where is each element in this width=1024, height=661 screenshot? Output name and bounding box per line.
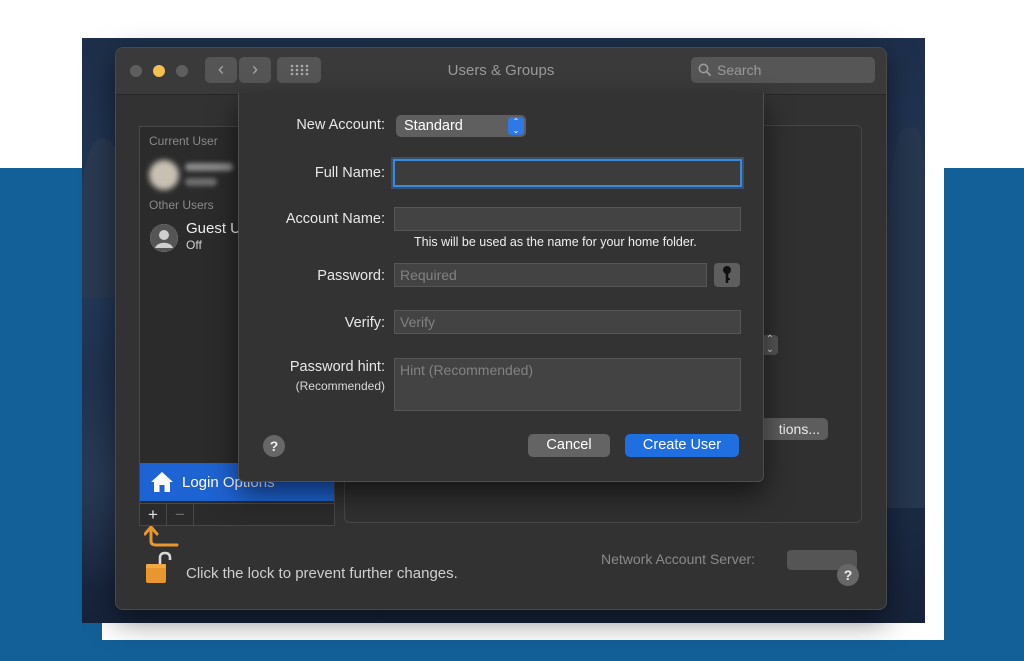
unlocked-lock-icon[interactable] — [144, 551, 174, 585]
current-user-name-blurred — [185, 163, 233, 171]
account-name-label: Account Name: — [285, 211, 385, 227]
lock-status-text: Click the lock to prevent further change… — [186, 565, 458, 582]
password-field[interactable]: Required — [394, 263, 707, 287]
cancel-button[interactable]: Cancel — [528, 434, 610, 457]
password-hint-label: Password hint: — [289, 359, 385, 375]
verify-field[interactable]: Verify — [394, 310, 741, 334]
new-account-sheet: New Account: Standard ⌃ ⌄ Full Name: Acco… — [238, 93, 764, 482]
options-button[interactable]: tions... — [756, 418, 828, 440]
panel-popup-stepper[interactable]: ⌃ ⌄ — [762, 335, 778, 355]
password-hint-sublabel: (Recommended) — [295, 379, 385, 393]
password-hint-field[interactable]: Hint (Recommended) — [394, 358, 741, 411]
password-label: Password: — [317, 268, 385, 284]
current-user-avatar[interactable] — [149, 160, 179, 190]
current-user-role-blurred — [185, 178, 217, 186]
close-window-button[interactable] — [130, 65, 142, 77]
minimize-window-button[interactable] — [153, 65, 165, 77]
house-icon — [151, 472, 173, 492]
current-user-header: Current User — [149, 134, 218, 148]
zoom-window-button[interactable] — [176, 65, 188, 77]
verify-placeholder: Verify — [400, 314, 436, 330]
password-placeholder: Required — [400, 267, 457, 283]
create-user-button[interactable]: Create User — [625, 434, 739, 457]
help-button[interactable]: ? — [837, 564, 859, 586]
full-name-field[interactable] — [393, 159, 742, 187]
sheet-help-button[interactable]: ? — [263, 435, 285, 457]
back-button[interactable]: ‹ — [205, 57, 237, 83]
add-user-button[interactable]: + — [140, 504, 167, 526]
forward-button[interactable]: › — [239, 57, 271, 83]
guest-user-name[interactable]: Guest U — [186, 220, 241, 237]
password-hint-placeholder: Hint (Recommended) — [400, 362, 534, 378]
account-name-field[interactable] — [394, 207, 741, 231]
account-name-note: This will be used as the name for your h… — [414, 235, 697, 249]
wallpaper-island-right — [885, 128, 925, 508]
account-type-popup[interactable]: Standard ⌃ ⌄ — [396, 115, 526, 137]
guest-user-status: Off — [186, 238, 202, 252]
account-type-value: Standard — [404, 118, 463, 134]
other-users-header: Other Users — [149, 198, 214, 212]
remove-user-button[interactable]: − — [167, 504, 194, 526]
guest-user-avatar[interactable] — [150, 224, 178, 252]
show-all-grid-button[interactable] — [277, 57, 321, 83]
full-name-label: Full Name: — [314, 165, 385, 181]
add-remove-bar: + − — [140, 503, 334, 526]
search-field[interactable]: Search — [691, 57, 875, 83]
grid-icon — [290, 64, 309, 76]
key-icon — [723, 266, 731, 283]
title-bar: ‹ › Users & Groups Search — [116, 48, 886, 95]
window-title: Users & Groups — [447, 62, 555, 79]
search-icon — [698, 63, 712, 77]
network-account-server-label: Network Account Server: — [601, 551, 756, 567]
chevron-up-down-icon: ⌃ ⌄ — [508, 117, 524, 135]
password-assistant-button[interactable] — [714, 263, 740, 287]
orange-arrow-icon — [144, 526, 179, 547]
new-account-label: New Account: — [296, 117, 385, 133]
person-icon — [150, 224, 178, 252]
search-placeholder: Search — [717, 62, 762, 78]
verify-label: Verify: — [344, 315, 385, 331]
